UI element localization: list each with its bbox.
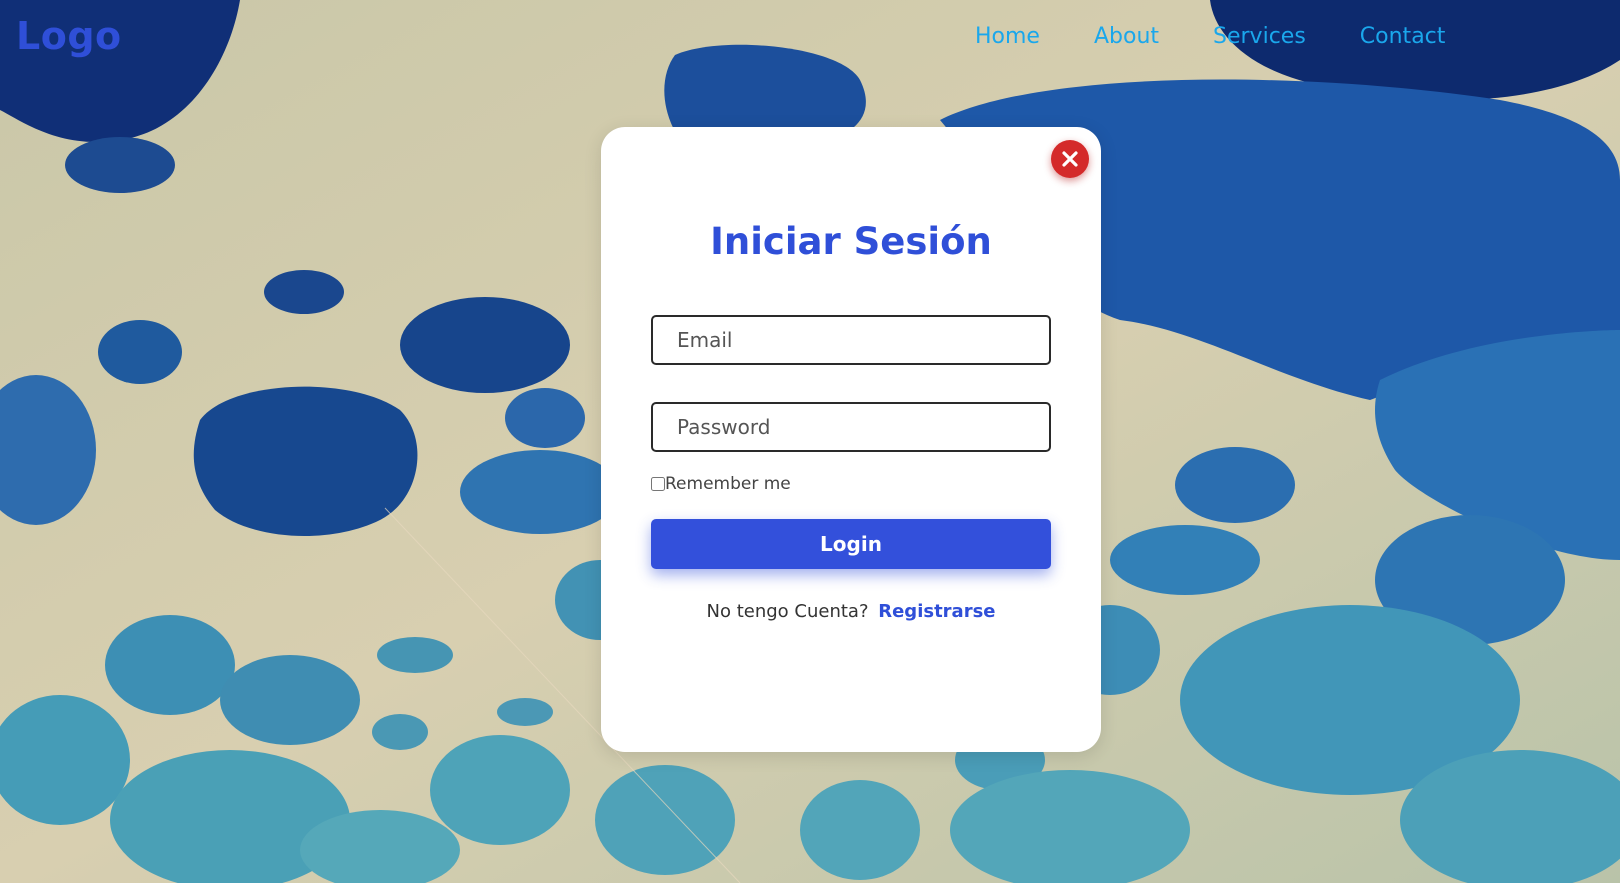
nav-home-link[interactable]: Home: [975, 24, 1040, 49]
close-icon: [1062, 151, 1078, 167]
remember-me-checkbox[interactable]: [651, 477, 665, 491]
password-field[interactable]: [651, 402, 1051, 452]
close-button[interactable]: [1051, 140, 1089, 178]
login-title: Iniciar Sesión: [710, 220, 992, 263]
remember-me-label: Remember me: [665, 474, 791, 494]
signup-prompt: No tengo Cuenta?: [706, 601, 869, 622]
logo[interactable]: Logo: [16, 14, 122, 58]
register-link[interactable]: Registrarse: [878, 601, 995, 622]
main-nav: Home About Services Contact: [975, 24, 1499, 49]
nav-contact-link[interactable]: Contact: [1360, 24, 1446, 49]
nav-services-link[interactable]: Services: [1213, 24, 1306, 49]
login-button[interactable]: Login: [651, 519, 1051, 569]
signup-line: No tengo Cuenta? Registrarse: [601, 601, 1101, 622]
nav-about-link[interactable]: About: [1094, 24, 1159, 49]
remember-me[interactable]: Remember me: [651, 474, 791, 494]
page: Logo Home About Services Contact Iniciar…: [0, 0, 1620, 883]
login-modal: Iniciar Sesión Remember me Login No teng…: [601, 127, 1101, 752]
email-field[interactable]: [651, 315, 1051, 365]
